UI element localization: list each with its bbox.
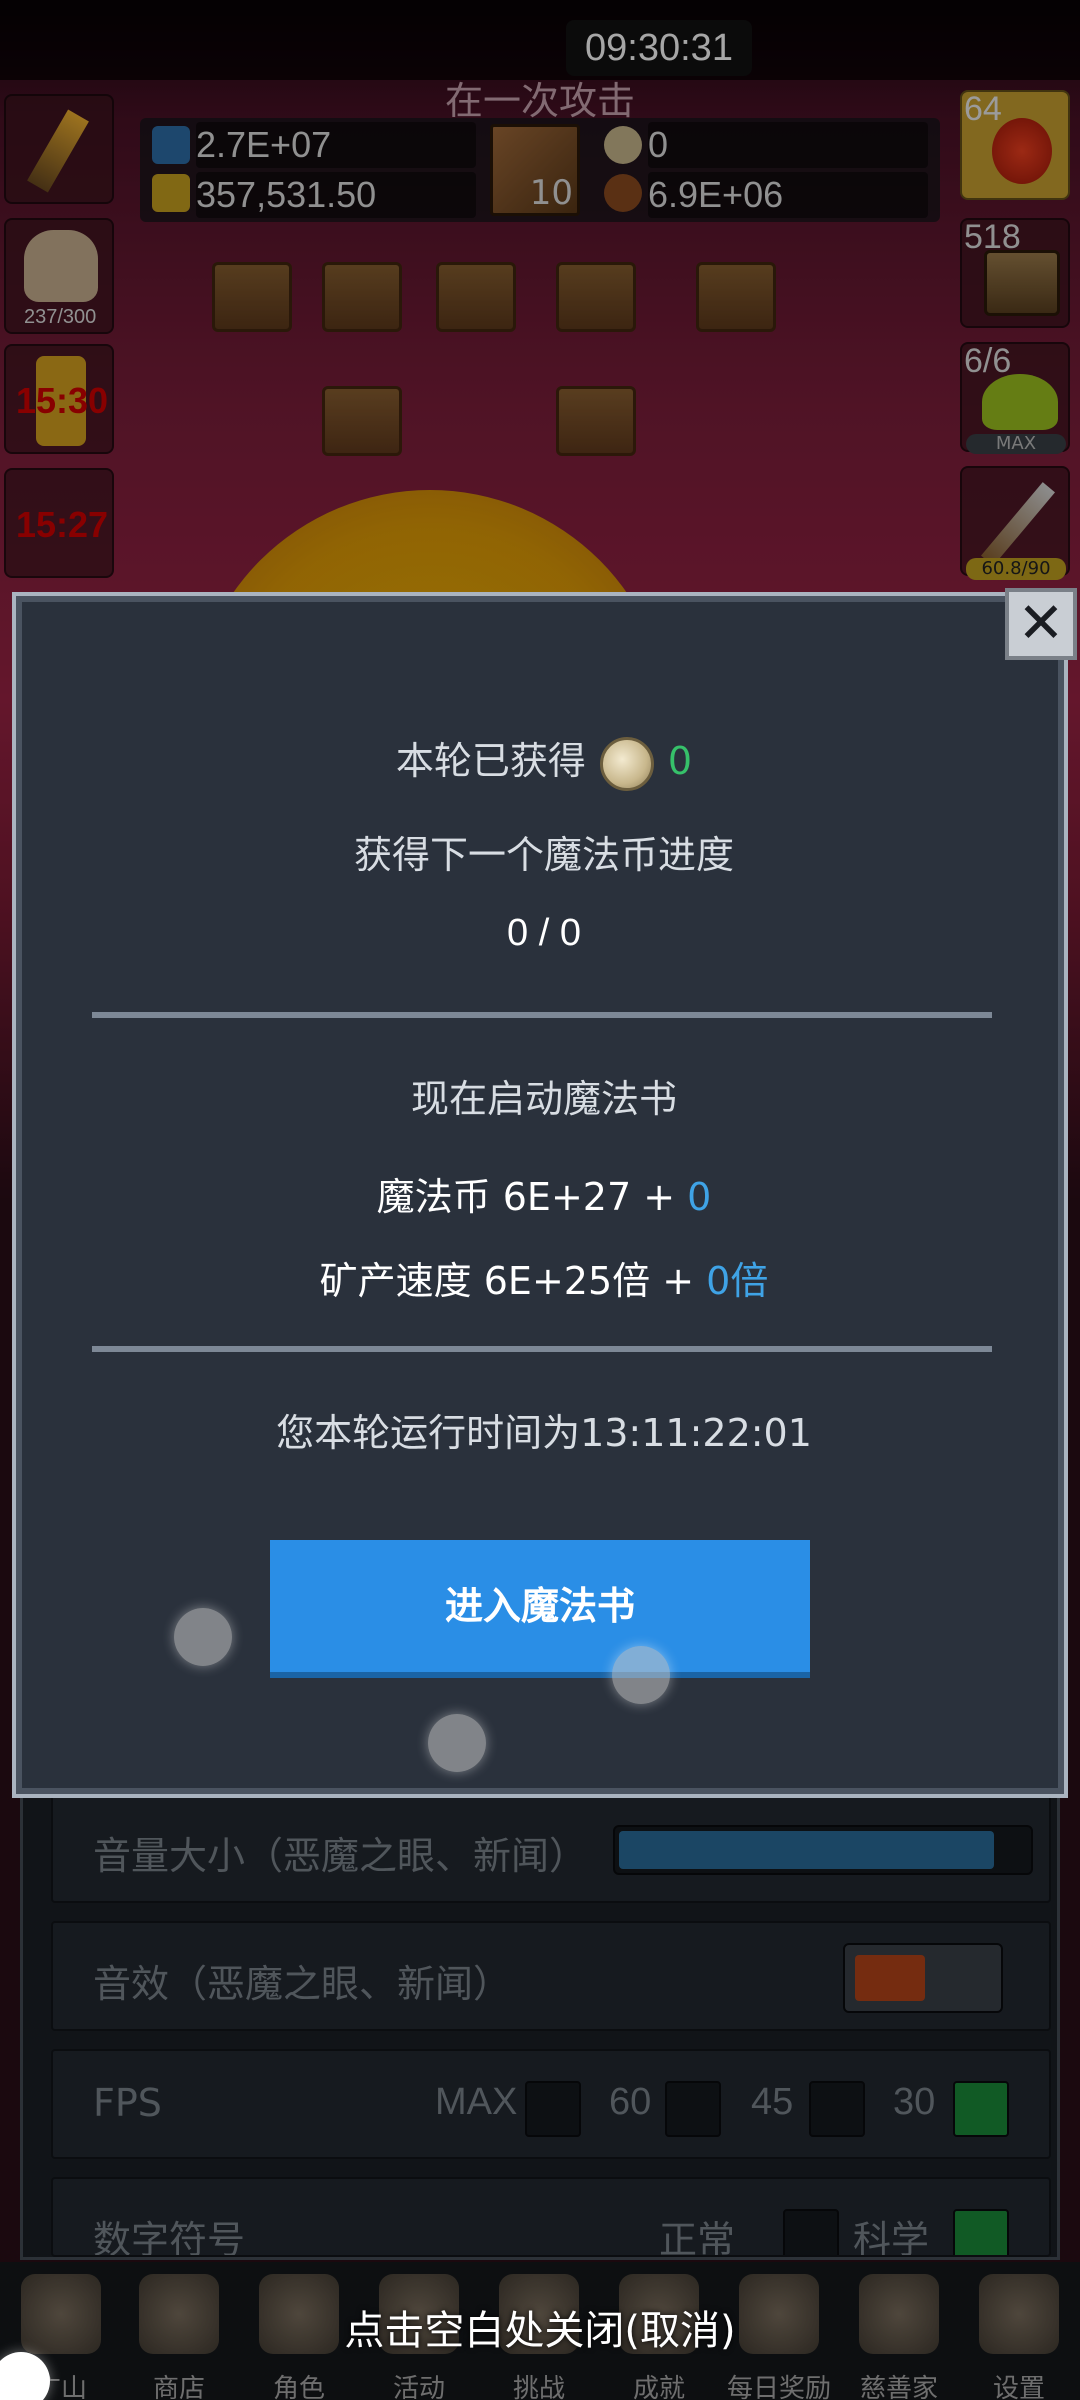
- mine-speed-bonus: 0倍: [706, 1259, 769, 1303]
- touch-indicator: [174, 1608, 232, 1666]
- magic-book-dialog: 本轮已获得 0 获得下一个魔法币进度 0 / 0 现在启动魔法书 魔法币 6E+2…: [12, 592, 1068, 1798]
- start-label: 现在启动魔法书: [410, 1077, 677, 1121]
- mine-speed-row: 矿产速度 6E+25倍 + 0倍: [16, 1250, 1072, 1305]
- enter-magic-book-button[interactable]: 进入魔法书: [270, 1540, 810, 1678]
- runtime-text: 您本轮运行时间为13:11:22:01: [276, 1411, 812, 1455]
- magic-coin-row: 魔法币 6E+27 + 0: [16, 1166, 1072, 1221]
- close-x-icon: ✕: [1017, 591, 1065, 656]
- progress-label: 获得下一个魔法币进度: [353, 833, 734, 877]
- close-hint: 点击空白处关闭(取消): [344, 2308, 736, 2354]
- touch-indicator: [612, 1646, 670, 1704]
- close-dialog-button[interactable]: ✕: [1005, 588, 1077, 660]
- progress-value: 0 / 0: [507, 912, 581, 954]
- divider: [92, 1346, 992, 1352]
- magic-coin-bonus: 0: [687, 1175, 712, 1219]
- earned-label: 本轮已获得: [395, 739, 586, 783]
- mine-speed-text: 矿产速度 6E+25倍 +: [319, 1259, 707, 1303]
- earned-row: 本轮已获得 0: [16, 730, 1072, 791]
- earned-value: 0: [667, 739, 693, 783]
- touch-indicator: [428, 1714, 486, 1772]
- divider: [92, 1012, 992, 1018]
- magic-coin-text: 魔法币 6E+27 +: [376, 1175, 688, 1219]
- magic-coin-icon: [599, 736, 654, 791]
